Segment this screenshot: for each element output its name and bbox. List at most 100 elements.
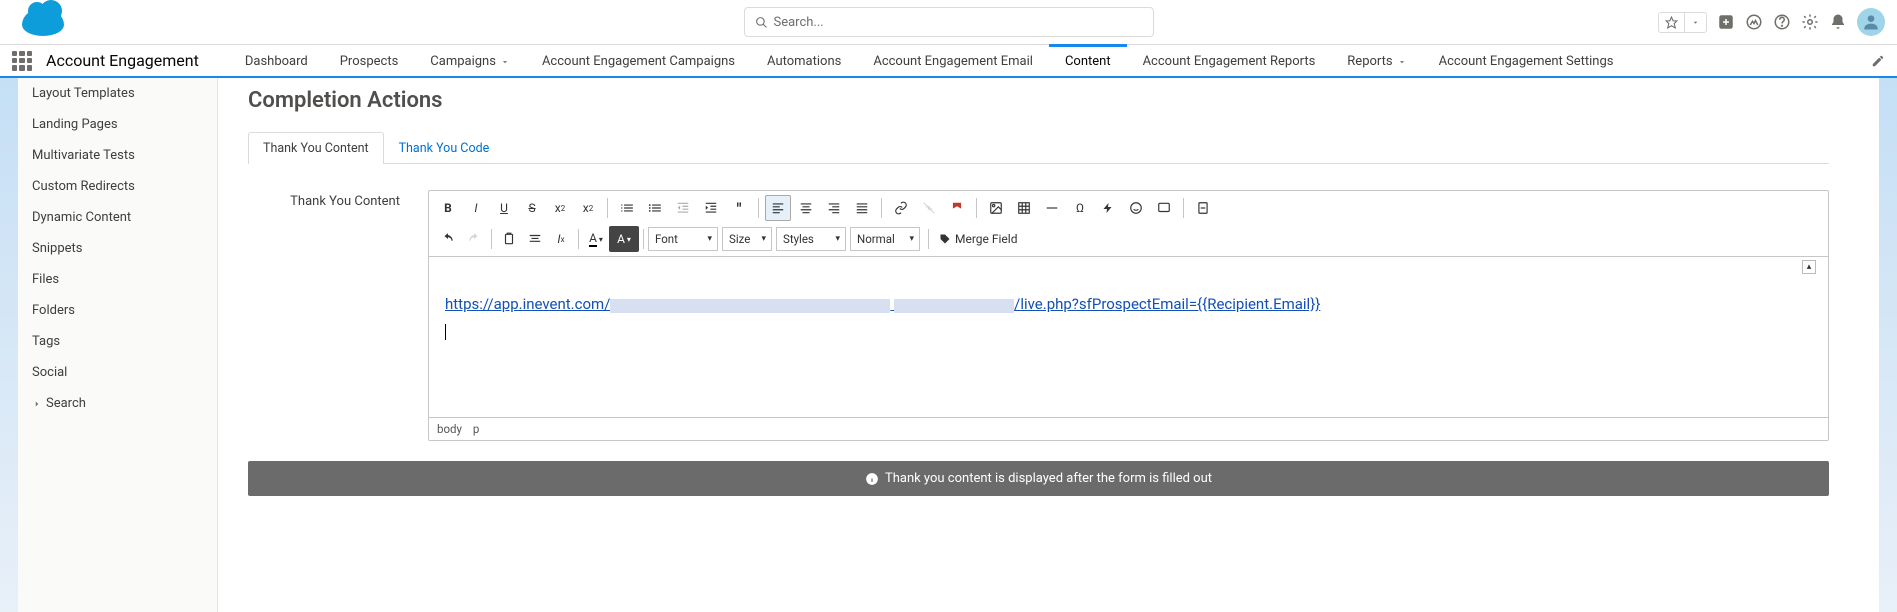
search-icon [755, 16, 768, 29]
app-launcher-icon[interactable] [12, 51, 32, 71]
align-left-button[interactable] [765, 195, 791, 221]
app-name: Account Engagement [46, 51, 199, 70]
notifications-icon[interactable] [1829, 13, 1847, 31]
chevron-down-icon[interactable] [1685, 15, 1706, 30]
emoji-button[interactable] [1123, 195, 1149, 221]
outdent-button[interactable] [670, 195, 696, 221]
subscript-button[interactable]: x2 [547, 195, 573, 221]
chevron-down-icon [1397, 57, 1407, 67]
font-select[interactable]: Font [648, 227, 718, 251]
nav-reports[interactable]: Reports [1331, 45, 1422, 78]
nav-automations[interactable]: Automations [751, 45, 857, 78]
collapse-toolbar-button[interactable]: ▴ [1802, 260, 1816, 274]
sidebar-custom-redirects[interactable]: Custom Redirects [18, 171, 217, 202]
lightning-button[interactable] [1095, 195, 1121, 221]
nav-ae-email[interactable]: Account Engagement Email [857, 45, 1049, 78]
sidebar-folders[interactable]: Folders [18, 295, 217, 326]
align-right-button[interactable] [821, 195, 847, 221]
header-actions [1658, 8, 1885, 36]
paste-button[interactable] [496, 226, 522, 252]
underline-button[interactable]: U [491, 195, 517, 221]
redacted-segment [610, 299, 890, 313]
superscript-button[interactable]: x2 [575, 195, 601, 221]
bulleted-list-button[interactable] [642, 195, 668, 221]
styles-select[interactable]: Styles [776, 227, 846, 251]
star-icon[interactable] [1659, 13, 1685, 32]
editor-toolbar: B I U S x2 x2 " [429, 191, 1828, 257]
editor-content-area[interactable]: https://app.inevent.com/ /live.php?sfPro… [429, 257, 1828, 417]
sidebar-dynamic-content[interactable]: Dynamic Content [18, 202, 217, 233]
text-cursor [445, 324, 446, 340]
size-select[interactable]: Size [722, 227, 772, 251]
sidebar-layout-templates[interactable]: Layout Templates [18, 78, 217, 109]
path-body[interactable]: body [437, 422, 462, 436]
search-placeholder: Search... [774, 15, 824, 30]
sidebar-social[interactable]: Social [18, 357, 217, 388]
edit-nav-icon[interactable] [1871, 54, 1885, 68]
undo-button[interactable] [435, 226, 461, 252]
nav-ae-settings[interactable]: Account Engagement Settings [1423, 45, 1630, 78]
align-center-button[interactable] [793, 195, 819, 221]
indent-button[interactable] [698, 195, 724, 221]
chevron-right-icon [32, 399, 42, 409]
nav-items: Dashboard Prospects Campaigns Account En… [229, 45, 1630, 76]
align-justify-button[interactable] [849, 195, 875, 221]
italic-button[interactable]: I [463, 195, 489, 221]
thank-you-content-label: Thank You Content [248, 190, 428, 441]
link-button[interactable] [888, 195, 914, 221]
trailhead-icon[interactable] [1745, 13, 1763, 31]
image-button[interactable] [983, 195, 1009, 221]
main-content: Completion Actions Thank You Content Tha… [218, 78, 1879, 612]
bold-button[interactable]: B [435, 195, 461, 221]
editor-link[interactable]: https://app.inevent.com/ /live.php?sfPro… [445, 297, 1320, 313]
global-search[interactable]: Search... [744, 7, 1154, 37]
info-icon [865, 472, 879, 486]
sidebar-multivariate-tests[interactable]: Multivariate Tests [18, 140, 217, 171]
chevron-down-icon [500, 57, 510, 67]
merge-field-button[interactable]: Merge Field [933, 232, 1023, 246]
salesforce-logo [22, 8, 64, 36]
tab-thank-you-code[interactable]: Thank You Code [384, 132, 505, 164]
table-button[interactable] [1011, 195, 1037, 221]
iframe-button[interactable] [1151, 195, 1177, 221]
nav-dashboard[interactable]: Dashboard [229, 45, 324, 78]
remove-format-button[interactable]: Ix [548, 226, 574, 252]
text-color-button[interactable]: A▾ [583, 226, 609, 252]
special-char-button[interactable]: Ω [1067, 195, 1093, 221]
bg-color-button[interactable]: A▾ [609, 226, 639, 252]
page-break-button[interactable] [1190, 195, 1216, 221]
nav-ae-reports[interactable]: Account Engagement Reports [1127, 45, 1332, 78]
anchor-button[interactable] [944, 195, 970, 221]
sidebar-tags[interactable]: Tags [18, 326, 217, 357]
favorites-widget[interactable] [1658, 12, 1707, 33]
sidebar-files[interactable]: Files [18, 264, 217, 295]
strike-button[interactable]: S [519, 195, 545, 221]
tabs: Thank You Content Thank You Code [248, 131, 1829, 164]
element-path-bar: body p [429, 417, 1828, 440]
rich-text-editor: B I U S x2 x2 " [428, 190, 1829, 441]
blockquote-button[interactable]: " [726, 195, 752, 221]
help-icon[interactable] [1773, 13, 1791, 31]
tag-icon [939, 233, 951, 245]
sidebar-search[interactable]: Search [18, 388, 217, 419]
info-banner-text: Thank you content is displayed after the… [885, 471, 1212, 486]
add-icon[interactable] [1717, 13, 1735, 31]
hr-button[interactable] [1039, 195, 1065, 221]
redo-button[interactable] [461, 226, 487, 252]
numbered-list-button[interactable] [614, 195, 640, 221]
nav-content[interactable]: Content [1049, 45, 1127, 78]
tab-thank-you-content[interactable]: Thank You Content [248, 132, 384, 164]
nav-campaigns[interactable]: Campaigns [414, 45, 526, 78]
format-select[interactable]: Normal [850, 227, 920, 251]
redacted-segment [894, 299, 1014, 313]
paste-text-button[interactable] [522, 226, 548, 252]
sidebar-snippets[interactable]: Snippets [18, 233, 217, 264]
sidebar-landing-pages[interactable]: Landing Pages [18, 109, 217, 140]
path-p[interactable]: p [473, 422, 479, 436]
global-header: Search... [0, 0, 1897, 45]
unlink-button[interactable] [916, 195, 942, 221]
user-avatar[interactable] [1857, 8, 1885, 36]
setup-icon[interactable] [1801, 13, 1819, 31]
nav-ae-campaigns[interactable]: Account Engagement Campaigns [526, 45, 751, 78]
nav-prospects[interactable]: Prospects [324, 45, 415, 78]
